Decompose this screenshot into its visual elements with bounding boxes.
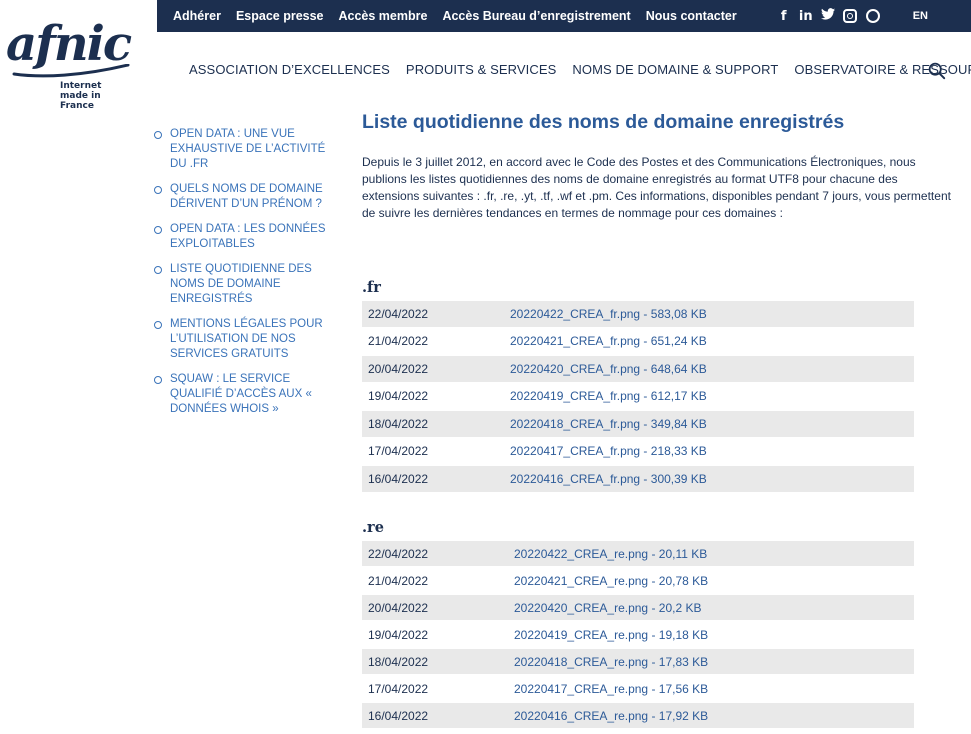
table-row[interactable]: 22/04/2022 20220422_CREA_fr.png - 583,08 … <box>362 301 914 329</box>
topbar-link-contact[interactable]: Nous contacter <box>646 9 737 23</box>
table-row[interactable]: 18/04/2022 20220418_CREA_fr.png - 349,84 … <box>362 411 914 439</box>
row-date: 20/04/2022 <box>368 600 429 615</box>
sidebar-item-donnees-exploitables[interactable]: OPEN DATA : LES DONNÉES EXPLOITABLES <box>154 222 329 252</box>
file-link[interactable]: 20220422_CREA_re.png - 20,11 KB <box>514 547 707 561</box>
sidebar-item-label: LISTE QUOTIDIENNE DES NOMS DE DOMAINE EN… <box>170 263 312 305</box>
file-link[interactable]: 20220421_CREA_fr.png - 651,24 KB <box>510 334 707 348</box>
nav-item-association[interactable]: ASSOCIATION D’EXCELLENCES <box>189 62 390 77</box>
section-re: .re 22/04/2022 20220422_CREA_re.png - 20,… <box>362 519 914 730</box>
main-nav: ASSOCIATION D’EXCELLENCES PRODUITS & SER… <box>189 62 971 77</box>
sidebar-item-open-data-vue[interactable]: OPEN DATA : UNE VUE EXHAUSTIVE DE L’ACTI… <box>154 127 329 172</box>
circle-bullet-icon <box>154 131 162 139</box>
sidebar-item-label: SQUAW : LE SERVICE QUALIFIÉ D’ACCÈS AUX … <box>170 373 312 415</box>
table-row[interactable]: 17/04/2022 20220417_CREA_re.png - 17,56 K… <box>362 676 914 703</box>
file-link[interactable]: 20220416_CREA_re.png - 17,92 KB <box>514 709 708 723</box>
topbar-link-acces-membre[interactable]: Accès membre <box>339 9 428 23</box>
row-date: 20/04/2022 <box>368 361 429 376</box>
section-fr: .fr 22/04/2022 20220422_CREA_fr.png - 583… <box>362 279 914 494</box>
row-date: 16/04/2022 <box>368 708 429 723</box>
file-link[interactable]: 20220416_CREA_fr.png - 300,39 KB <box>510 472 707 486</box>
table-row[interactable]: 16/04/2022 20220416_CREA_fr.png - 300,39 … <box>362 466 914 494</box>
sidebar-item-prenom[interactable]: QUELS NOMS DE DOMAINE DÉRIVENT D’UN PRÉN… <box>154 182 329 212</box>
section-title: .fr <box>362 279 381 296</box>
instagram-icon[interactable] <box>842 9 857 23</box>
file-link[interactable]: 20220419_CREA_re.png - 19,18 KB <box>514 628 708 642</box>
page-title: Liste quotidienne des noms de domaine en… <box>362 111 845 133</box>
sidebar-item-label: OPEN DATA : UNE VUE EXHAUSTIVE DE L’ACTI… <box>170 128 326 170</box>
nav-item-noms-de-domaine[interactable]: NOMS DE DOMAINE & SUPPORT <box>572 62 778 77</box>
table-row[interactable]: 20/04/2022 20220420_CREA_fr.png - 648,64 … <box>362 356 914 384</box>
circle-bullet-icon <box>154 321 162 329</box>
row-date: 22/04/2022 <box>368 306 429 321</box>
logo-swoosh-icon <box>12 64 130 78</box>
table-row[interactable]: 21/04/2022 20220421_CREA_fr.png - 651,24 … <box>362 329 914 356</box>
row-date: 19/04/2022 <box>368 627 429 642</box>
tagline-line-1: Internet <box>60 81 102 91</box>
social-links: f in <box>773 8 885 24</box>
file-link[interactable]: 20220422_CREA_fr.png - 583,08 KB <box>510 307 707 321</box>
table-row[interactable]: 16/04/2022 20220416_CREA_re.png - 17,92 K… <box>362 703 914 730</box>
row-date: 21/04/2022 <box>368 573 429 588</box>
file-link[interactable]: 20220420_CREA_re.png - 20,2 KB <box>514 601 701 615</box>
row-date: 19/04/2022 <box>368 389 429 404</box>
pinterest-icon[interactable] <box>865 9 880 23</box>
row-date: 22/04/2022 <box>368 546 429 561</box>
table-row[interactable]: 19/04/2022 20220419_CREA_fr.png - 612,17 … <box>362 384 914 411</box>
table-row[interactable]: 18/04/2022 20220418_CREA_re.png - 17,83 K… <box>362 649 914 676</box>
row-date: 17/04/2022 <box>368 681 429 696</box>
circle-bullet-icon <box>154 266 162 274</box>
top-bar: Adhérer Espace presse Accès membre Accès… <box>157 0 971 32</box>
topbar-link-espace-presse[interactable]: Espace presse <box>236 9 324 23</box>
table-row[interactable]: 22/04/2022 20220422_CREA_re.png - 20,11 K… <box>362 541 914 568</box>
file-link[interactable]: 20220420_CREA_fr.png - 648,64 KB <box>510 362 707 376</box>
circle-bullet-icon <box>154 376 162 384</box>
sidebar-item-liste-quotidienne[interactable]: LISTE QUOTIDIENNE DES NOMS DE DOMAINE EN… <box>154 262 329 307</box>
table-row[interactable]: 19/04/2022 20220419_CREA_re.png - 19,18 K… <box>362 622 914 649</box>
linkedin-icon[interactable]: in <box>795 9 817 24</box>
row-date: 18/04/2022 <box>368 416 429 431</box>
table-row[interactable]: 17/04/2022 20220417_CREA_fr.png - 218,33 … <box>362 439 914 466</box>
table-row[interactable]: 20/04/2022 20220420_CREA_re.png - 20,2 KB <box>362 595 914 622</box>
twitter-icon[interactable] <box>817 8 839 24</box>
file-link[interactable]: 20220419_CREA_fr.png - 612,17 KB <box>510 389 707 403</box>
site-logo[interactable]: afnic Internet made in France <box>6 16 136 111</box>
file-link[interactable]: 20220417_CREA_re.png - 17,56 KB <box>514 682 708 696</box>
circle-bullet-icon <box>154 226 162 234</box>
file-link[interactable]: 20220417_CREA_fr.png - 218,33 KB <box>510 444 707 458</box>
language-switch-en[interactable]: EN <box>913 10 928 22</box>
topbar-link-acces-bureau[interactable]: Accès Bureau d’enregistrement <box>442 9 630 23</box>
tagline-line-2: made in France <box>60 91 101 111</box>
facebook-icon[interactable]: f <box>773 9 795 24</box>
topbar-link-adherer[interactable]: Adhérer <box>173 9 221 23</box>
logo-tagline: Internet made in France <box>60 81 136 111</box>
circle-bullet-icon <box>154 186 162 194</box>
section-title: .re <box>362 519 384 536</box>
main-content: Liste quotidienne des noms de domaine en… <box>362 110 952 222</box>
sidebar-item-label: OPEN DATA : LES DONNÉES EXPLOITABLES <box>170 223 326 250</box>
search-icon[interactable] <box>928 62 946 80</box>
sidebar-item-label: MENTIONS LÉGALES POUR L’UTILISATION DE N… <box>170 318 323 360</box>
row-date: 17/04/2022 <box>368 444 429 459</box>
table-row[interactable]: 21/04/2022 20220421_CREA_re.png - 20,78 K… <box>362 568 914 595</box>
sidebar-item-mentions-legales[interactable]: MENTIONS LÉGALES POUR L’UTILISATION DE N… <box>154 317 329 362</box>
file-link[interactable]: 20220418_CREA_re.png - 17,83 KB <box>514 655 708 669</box>
sidebar-item-squaw[interactable]: SQUAW : LE SERVICE QUALIFIÉ D’ACCÈS AUX … <box>154 372 329 417</box>
file-link[interactable]: 20220421_CREA_re.png - 20,78 KB <box>514 574 708 588</box>
nav-item-produits[interactable]: PRODUITS & SERVICES <box>406 62 556 77</box>
file-link[interactable]: 20220418_CREA_fr.png - 349,84 KB <box>510 417 707 431</box>
row-date: 16/04/2022 <box>368 471 429 486</box>
sidebar-item-label: QUELS NOMS DE DOMAINE DÉRIVENT D’UN PRÉN… <box>170 183 323 210</box>
intro-paragraph: Depuis le 3 juillet 2012, en accord avec… <box>362 155 951 220</box>
row-date: 21/04/2022 <box>368 334 429 349</box>
row-date: 18/04/2022 <box>368 654 429 669</box>
sidebar: OPEN DATA : UNE VUE EXHAUSTIVE DE L’ACTI… <box>154 127 329 427</box>
